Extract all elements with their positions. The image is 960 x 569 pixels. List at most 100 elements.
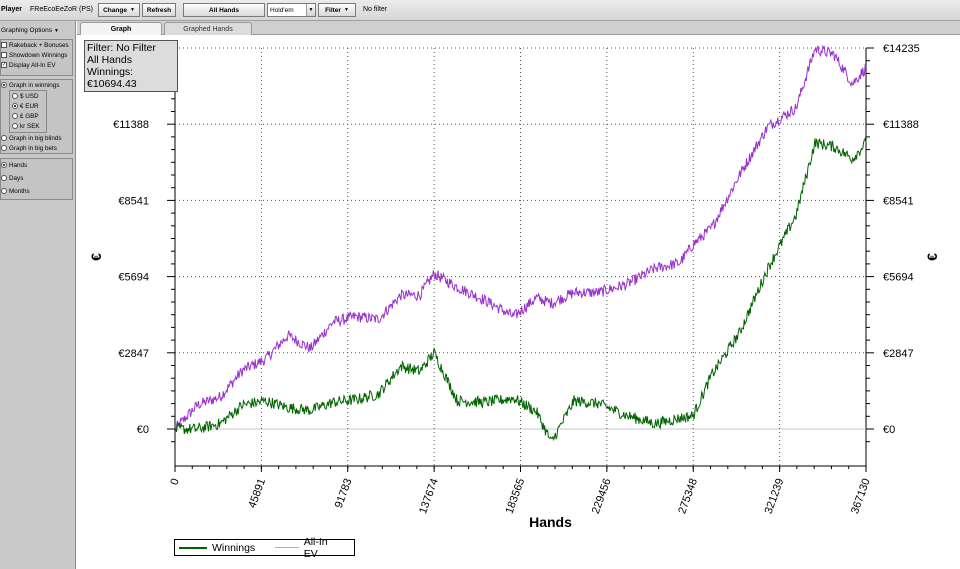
graph-big-blinds-radio[interactable]: Graph in big blinds — [1, 133, 62, 143]
y-tick-label-right: €14235 — [883, 43, 920, 55]
currency-eur-radio[interactable]: € EUR — [12, 101, 39, 111]
radio-icon — [12, 113, 18, 119]
y-tick-label-right: €11388 — [883, 119, 919, 131]
tab-graph[interactable]: Graph — [80, 22, 162, 35]
game-type-select[interactable]: Hold'em ▼ — [267, 3, 316, 17]
currency-sek-radio[interactable]: kr SEK — [12, 121, 40, 131]
y-axis-title-right: € — [924, 253, 940, 261]
graphing-options-header[interactable]: Graphing Options ▼ — [0, 25, 76, 36]
change-button[interactable]: Change ▼ — [98, 3, 140, 17]
rakeback-checkbox[interactable]: Rakeback + Bonuses — [1, 40, 69, 50]
tab-graphed-hands-label: Graphed Hands — [183, 25, 233, 33]
radio-icon — [1, 162, 7, 168]
legend-swatch — [275, 547, 299, 548]
x-axis-days-label: Days — [9, 174, 24, 182]
radio-icon — [12, 123, 18, 129]
radio-icon — [1, 135, 7, 141]
info-filter: Filter: No Filter — [87, 42, 156, 54]
currency-eur-label: € EUR — [20, 102, 39, 110]
x-tick-label: 91783 — [333, 477, 355, 510]
change-button-label: Change — [103, 6, 127, 14]
checkmark-icon: ✓ — [1, 62, 7, 68]
tab-graph-label: Graph — [110, 25, 132, 33]
graph-big-bets-radio[interactable]: Graph in big bets — [1, 143, 57, 153]
y-tick-label-left: €11388 — [113, 119, 149, 131]
filter-button-label: Filter — [325, 6, 341, 14]
checkbox-icon — [1, 42, 7, 48]
player-name: FReEcoEeZoR (PS) — [30, 6, 94, 13]
tab-graphed-hands[interactable]: Graphed Hands — [164, 22, 252, 35]
currency-usd-label: $ USD — [20, 92, 39, 100]
legend-label-allin-ev: All-In EV — [303, 535, 328, 560]
x-tick-label: 275348 — [676, 477, 700, 516]
y-tick-label-right: €5694 — [883, 272, 914, 284]
y-tick-label-right: €2847 — [883, 348, 914, 360]
chart-legend: Winnings All-In EV — [174, 536, 355, 560]
currency-gbp-radio[interactable]: £ GBP — [12, 111, 39, 121]
x-axis-hands-label: Hands — [9, 161, 28, 169]
player-label: Player — [1, 6, 23, 13]
x-axis-hands-radio[interactable]: Hands — [1, 160, 27, 170]
graphing-options-title: Graphing Options — [1, 27, 52, 34]
showdown-winnings-checkbox[interactable]: Showdown Winnings — [1, 50, 67, 60]
filter-info-box: Filter: No Filter All Hands Winnings: €1… — [84, 40, 178, 92]
y-tick-label-right: €0 — [883, 424, 895, 436]
y-tick-label-left: €5694 — [118, 272, 149, 284]
refresh-button-label: Refresh — [146, 6, 172, 14]
x-tick-label: 45891 — [246, 477, 268, 510]
all-hands-button-label: All Hands — [209, 6, 239, 14]
graph-big-blinds-label: Graph in big blinds — [9, 134, 62, 142]
legend-item-allin-ev: All-In EV — [275, 536, 338, 560]
graphing-options-panel: Graphing Options ▼ Rakeback + Bonuses Sh… — [0, 21, 76, 569]
x-axis-months-radio[interactable]: Months — [1, 186, 30, 196]
x-tick-label: 321239 — [763, 477, 787, 516]
winnings-graph: €0 €0 €2847 €2847 €5694 €5694 €8541 €8541 €11388… — [77, 35, 960, 569]
y-tick-label-right: €8541 — [883, 195, 914, 207]
y-tick-label-left: €2847 — [118, 348, 149, 360]
x-tick-label: 229456 — [590, 477, 614, 516]
x-axis-days-radio[interactable]: Days — [1, 173, 23, 183]
currency-usd-radio[interactable]: $ USD — [12, 91, 39, 101]
display-allin-ev-label: Display All-In EV — [9, 61, 56, 69]
checkbox-icon — [1, 52, 7, 58]
chart-svg: €0 €0 €2847 €2847 €5694 €5694 €8541 €8541 €11388… — [88, 43, 940, 530]
currency-gbp-label: £ GBP — [20, 112, 39, 120]
showdown-winnings-label: Showdown Winnings — [9, 51, 68, 59]
refresh-button[interactable]: Refresh — [142, 3, 176, 17]
filter-button[interactable]: Filter ▼ — [318, 3, 356, 17]
chevron-down-icon: ▼ — [343, 7, 349, 13]
x-tick-label: 183565 — [503, 477, 527, 516]
legend-item-winnings: Winnings — [179, 542, 255, 554]
chevron-down-icon: ▼ — [306, 4, 315, 16]
radio-icon — [1, 175, 7, 181]
x-tick-label: 367130 — [849, 477, 873, 516]
tab-bar: Graph Graphed Hands — [77, 21, 960, 35]
x-axis-title: Hands — [529, 514, 572, 530]
y-axis-title-left: € — [88, 253, 104, 261]
radio-icon — [1, 188, 7, 194]
graph-in-winnings-radio[interactable]: Graph in winnings — [1, 80, 59, 90]
info-winnings: Winnings: €10694.43 — [87, 66, 137, 90]
legend-label-winnings: Winnings — [212, 541, 256, 554]
display-allin-ev-checkbox[interactable]: ✓ Display All-In EV — [1, 60, 56, 70]
x-axis-months-label: Months — [9, 187, 30, 195]
legend-swatch — [179, 546, 207, 549]
all-hands-button[interactable]: All Hands — [183, 3, 265, 17]
radio-icon — [1, 145, 7, 151]
y-tick-label-left: €8541 — [118, 195, 149, 207]
radio-icon — [12, 103, 18, 109]
rakeback-label: Rakeback + Bonuses — [9, 41, 69, 49]
graph-big-bets-label: Graph in big bets — [9, 144, 57, 152]
x-tick-label: 0 — [168, 477, 181, 487]
x-tick-label: 137674 — [417, 477, 441, 516]
currency-sek-label: kr SEK — [20, 122, 40, 130]
y-tick-label-left: €0 — [137, 424, 149, 436]
chevron-down-icon: ▼ — [53, 27, 59, 34]
radio-icon — [12, 93, 18, 99]
chevron-down-icon: ▼ — [129, 7, 135, 13]
graph-in-winnings-label: Graph in winnings — [9, 81, 60, 89]
filter-status: No filter — [363, 6, 388, 13]
radio-icon — [1, 82, 7, 88]
info-hands: All Hands — [87, 54, 132, 66]
toolbar: Player FReEcoEeZoR (PS) Change ▼ Refresh… — [0, 0, 960, 21]
